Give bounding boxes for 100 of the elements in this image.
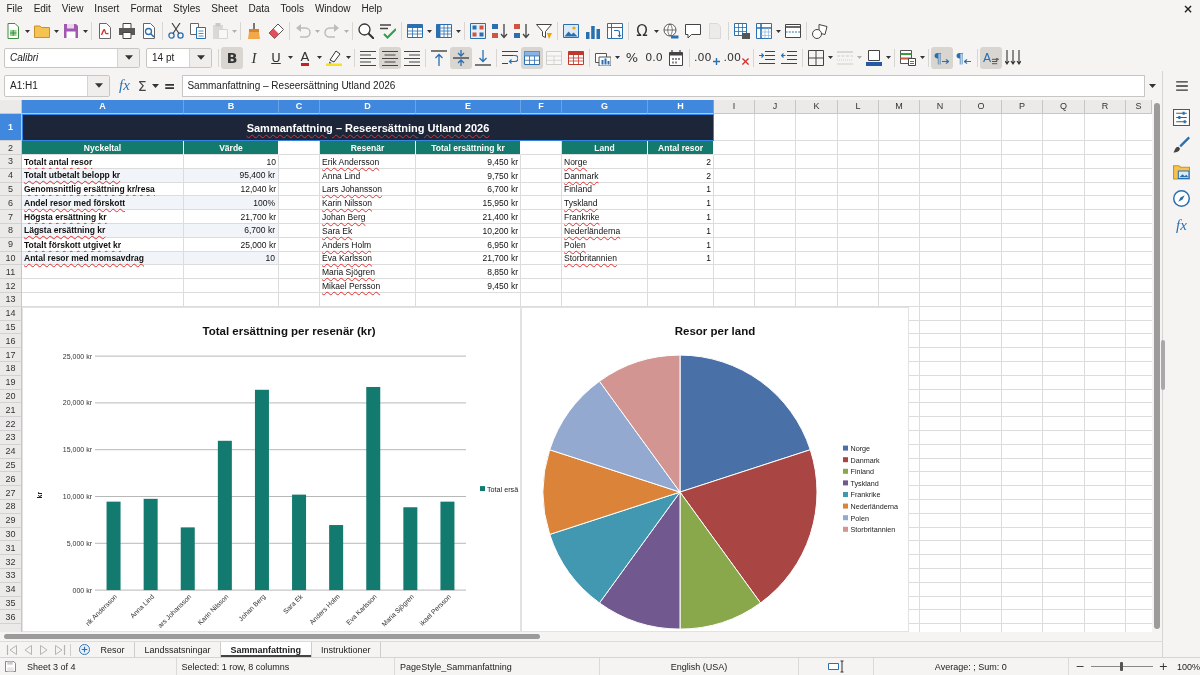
right-to-left-button[interactable]: ¶ xyxy=(953,46,975,69)
name-box[interactable]: A1:H1 xyxy=(4,74,110,97)
dropdown-caret-icon[interactable] xyxy=(124,55,133,60)
font-name-field[interactable]: Calibri xyxy=(4,47,140,68)
dropdown-caret-icon[interactable] xyxy=(427,29,432,33)
functions-deck-button[interactable]: fx xyxy=(1176,217,1187,234)
column-header[interactable]: O xyxy=(961,100,1002,114)
menu-item[interactable]: View xyxy=(56,1,89,17)
column-header[interactable]: R xyxy=(1085,100,1126,114)
add-sheet-icon[interactable] xyxy=(79,644,90,655)
formula-input[interactable]: Sammanfattning – Reseersättning Utland 2026 xyxy=(182,74,1145,97)
zoom-in-button[interactable]: + xyxy=(1155,659,1171,674)
dropdown-caret-icon[interactable] xyxy=(317,56,322,59)
column-header[interactable]: E xyxy=(416,100,521,114)
column-header[interactable]: H xyxy=(648,100,714,114)
column-header[interactable]: F xyxy=(521,100,562,114)
dropdown-caret-icon[interactable] xyxy=(346,56,351,59)
find-replace-button[interactable] xyxy=(355,20,377,42)
copy-button[interactable] xyxy=(187,20,209,42)
column-header[interactable]: C xyxy=(279,100,320,114)
dropdown-caret-icon[interactable] xyxy=(920,56,925,59)
print-button[interactable] xyxy=(116,20,138,42)
dropdown-caret-icon[interactable] xyxy=(151,83,159,88)
dropdown-caret-icon[interactable] xyxy=(288,56,293,59)
column-header[interactable]: J xyxy=(755,100,796,114)
zoom-out-button[interactable]: − xyxy=(1072,659,1088,674)
formula-button[interactable]: = xyxy=(159,77,180,94)
expand-caret-icon[interactable] xyxy=(1149,83,1156,88)
dropdown-caret-icon[interactable] xyxy=(94,83,103,88)
dropdown-caret-icon[interactable] xyxy=(615,56,620,59)
menu-item[interactable]: File xyxy=(1,1,29,17)
print-area-button[interactable] xyxy=(731,20,753,42)
column-header[interactable]: S xyxy=(1126,100,1152,114)
sheet-tab[interactable]: Resor xyxy=(91,642,135,657)
menu-item[interactable]: Format xyxy=(124,1,168,17)
dropdown-caret-icon[interactable] xyxy=(654,29,659,33)
menu-icon[interactable] xyxy=(1175,80,1188,91)
underline-button[interactable]: U xyxy=(265,46,287,69)
properties-icon[interactable] xyxy=(1173,109,1190,126)
bold-button[interactable]: B xyxy=(221,46,243,69)
pivot-table-button[interactable] xyxy=(604,20,626,42)
delete-decimal-button[interactable]: .00 xyxy=(721,46,751,69)
column-header[interactable]: B xyxy=(184,100,279,114)
selection-mode-icon[interactable] xyxy=(828,660,845,673)
left-to-right-button[interactable]: ¶ xyxy=(931,46,953,69)
row-header[interactable]: 3 xyxy=(0,155,22,169)
column-header[interactable]: K xyxy=(796,100,838,114)
percent-button[interactable]: % xyxy=(621,46,643,69)
menu-item[interactable]: Help xyxy=(356,1,388,17)
dropdown-caret-icon[interactable] xyxy=(83,29,88,33)
column-header[interactable]: N xyxy=(920,100,961,114)
align-middle-button[interactable] xyxy=(450,46,472,69)
menu-item[interactable]: Edit xyxy=(28,1,57,17)
image-folder-icon[interactable] xyxy=(1173,163,1190,180)
align-center-button[interactable] xyxy=(379,46,401,69)
menu-item[interactable]: Styles xyxy=(167,1,206,17)
column-header[interactable]: I xyxy=(714,100,755,114)
dropdown-caret-icon[interactable] xyxy=(196,55,205,60)
dropdown-caret-icon[interactable] xyxy=(886,56,891,59)
sort-button[interactable] xyxy=(467,20,489,42)
zoom-level[interactable]: 100% xyxy=(1177,661,1200,672)
italic-button[interactable]: I xyxy=(243,46,265,69)
standard-format-button[interactable]: 0.0 xyxy=(643,46,665,69)
menu-item[interactable]: Insert xyxy=(88,1,125,17)
column-header[interactable]: M xyxy=(879,100,920,114)
dropdown-caret-icon[interactable] xyxy=(456,29,461,33)
column-header[interactable]: G xyxy=(562,100,648,114)
merge-center-button[interactable] xyxy=(521,46,543,69)
hyperlink-button[interactable] xyxy=(660,20,682,42)
column-header[interactable]: L xyxy=(838,100,879,114)
scrollbar-thumb[interactable] xyxy=(1154,103,1160,629)
menu-item[interactable]: Data xyxy=(242,1,276,17)
dropdown-caret-icon[interactable] xyxy=(25,29,30,33)
function-wizard-button[interactable]: fx xyxy=(115,77,134,94)
page-style[interactable]: PageStyle_Sammanfattning xyxy=(400,661,512,672)
menu-item[interactable]: Sheet xyxy=(205,1,243,17)
row-header[interactable]: 1 xyxy=(0,114,22,141)
font-size-field[interactable]: 14 pt xyxy=(146,47,212,68)
compass-icon[interactable] xyxy=(1173,190,1190,207)
close-button[interactable]: × xyxy=(1179,2,1196,16)
slider-thumb[interactable] xyxy=(1120,662,1124,671)
menu-item[interactable]: Window xyxy=(309,1,356,17)
cut-button[interactable] xyxy=(165,20,187,42)
special-character-button[interactable]: Ω xyxy=(631,20,653,42)
freeze-button[interactable] xyxy=(753,20,775,42)
add-decimal-button[interactable]: .00 xyxy=(692,46,722,69)
column-header[interactable]: D xyxy=(320,100,416,114)
dropdown-caret-icon[interactable] xyxy=(54,29,59,33)
sheet-tab[interactable]: Sammanfattning xyxy=(221,642,312,657)
font-color-button[interactable]: A xyxy=(294,46,316,69)
sum-button[interactable]: Σ xyxy=(133,77,151,94)
brush-icon[interactable] xyxy=(1173,136,1190,153)
menu-item[interactable]: Tools xyxy=(275,1,310,17)
dropdown-caret-icon[interactable] xyxy=(776,29,781,33)
scrollbar-thumb[interactable] xyxy=(4,634,540,639)
sidebar-collapse-handle[interactable] xyxy=(1161,340,1165,390)
sheet-tab[interactable]: Instruktioner xyxy=(311,642,382,657)
column-header[interactable]: Q xyxy=(1043,100,1085,114)
text-ltr-button[interactable]: A xyxy=(980,46,1002,69)
column-header[interactable]: A xyxy=(22,100,184,114)
